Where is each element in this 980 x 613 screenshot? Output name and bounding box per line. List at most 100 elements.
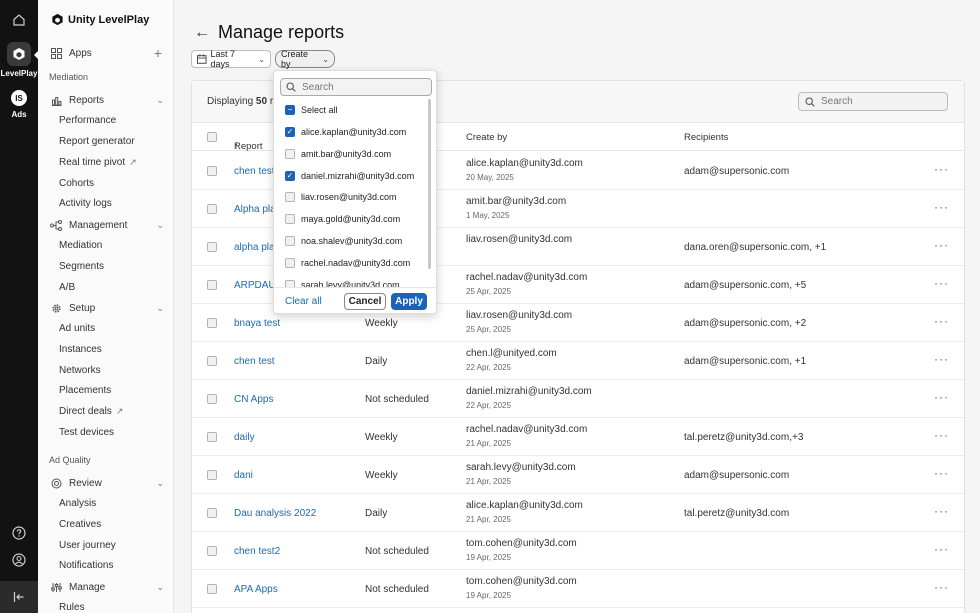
sidebar-item-label: Manage	[69, 581, 106, 593]
date-filter[interactable]: Last 7 days ⌄	[191, 49, 271, 69]
report-name-link[interactable]: Dau analysis 2022	[234, 508, 316, 519]
sidebar-item-mediation[interactable]: Mediation	[38, 239, 173, 252]
row-checkbox[interactable]	[207, 546, 217, 556]
more-actions-icon[interactable]: ···	[934, 466, 949, 480]
apply-button[interactable]: Apply	[391, 293, 427, 310]
more-actions-icon[interactable]: ···	[934, 542, 949, 556]
ads-nav[interactable]: IS Ads	[0, 90, 38, 119]
user-filter-option[interactable]: noa.shalev@unity3d.com	[285, 234, 402, 248]
more-actions-icon[interactable]: ···	[934, 580, 949, 594]
levelplay-nav[interactable]: LevelPlay	[0, 42, 39, 78]
sidebar-item-creatives[interactable]: Creatives	[38, 518, 173, 531]
report-name-link[interactable]: APA Apps	[234, 584, 278, 595]
sidebar-item-placements[interactable]: Placements	[38, 384, 173, 397]
more-actions-icon[interactable]: ···	[934, 504, 949, 518]
help-button[interactable]	[0, 526, 38, 540]
home-button[interactable]	[0, 13, 38, 27]
sidebar-item-segments[interactable]: Segments	[38, 260, 173, 273]
sidebar-item-user-journey[interactable]: User journey	[38, 539, 173, 552]
more-actions-icon[interactable]: ···	[934, 352, 949, 366]
sidebar-item-notifications[interactable]: Notifications	[38, 559, 173, 572]
row-checkbox[interactable]	[207, 394, 217, 404]
sidebar-item-apps[interactable]: Apps +	[38, 45, 173, 61]
report-name-link[interactable]: alpha plat	[234, 242, 277, 253]
sidebar-item-activity-logs[interactable]: Activity logs	[38, 197, 173, 210]
table-row[interactable]: daily Weekly rachel.nadav@unity3d.com 21 Ap…	[192, 418, 964, 456]
row-checkbox[interactable]	[207, 508, 217, 518]
report-name-link[interactable]: chen test	[234, 166, 275, 177]
report-name-link[interactable]: chen test2	[234, 546, 280, 557]
table-row[interactable]: chen test Daily chen.l@unityed.com 22 Apr, …	[192, 342, 964, 380]
sidebar-item-ad-units[interactable]: Ad units	[38, 322, 173, 335]
table-row[interactable]: CN Apps Not scheduled daniel.mizrahi@unity…	[192, 380, 964, 418]
report-name-link[interactable]: chen test	[234, 356, 275, 367]
row-checkbox[interactable]	[207, 166, 217, 176]
user-filter-option[interactable]: liav.rosen@unity3d.com	[285, 190, 397, 204]
row-checkbox[interactable]	[207, 432, 217, 442]
select-all-option[interactable]: − Select all	[285, 103, 338, 117]
sidebar-group-reports[interactable]: Reports ⌄	[38, 93, 173, 107]
cancel-button[interactable]: Cancel	[344, 293, 386, 310]
row-checkbox[interactable]	[207, 356, 217, 366]
sidebar-group-review[interactable]: Review ⌄	[38, 476, 173, 490]
created-by-email: rachel.nadav@unity3d.com	[466, 272, 588, 283]
report-name-link[interactable]: Alpha plat	[234, 204, 278, 215]
table-row[interactable]: Dau analysis 2022 Daily alice.kaplan@unity…	[192, 494, 964, 532]
table-row[interactable]: dani Weekly sarah.levy@unity3d.com 21 Apr, …	[192, 456, 964, 494]
user-filter-option[interactable]: maya.gold@unity3d.com	[285, 212, 400, 226]
user-filter-option[interactable]: ✓ alice.kaplan@unity3d.com	[285, 125, 406, 139]
sidebar-item-ab[interactable]: A/B	[38, 281, 173, 294]
dropdown-search-input[interactable]: Search	[280, 78, 432, 96]
more-actions-icon[interactable]: ···	[934, 314, 949, 328]
table-row[interactable]: chen test2 Not scheduled tom.cohen@unity3d…	[192, 532, 964, 570]
sidebar-item-report-generator[interactable]: Report generator	[38, 135, 173, 148]
clear-all-link[interactable]: Clear all	[285, 296, 322, 307]
select-all-rows-checkbox[interactable]	[207, 132, 217, 142]
table-search-input[interactable]: Search	[798, 92, 948, 111]
column-header-create-by[interactable]: Create by	[466, 132, 507, 143]
user-filter-option[interactable]: amit.bar@unity3d.com	[285, 147, 391, 161]
report-name-link[interactable]: daily	[234, 432, 255, 443]
table-row[interactable]: APA Apps Not scheduled tom.cohen@unity3d.c…	[192, 570, 964, 608]
more-actions-icon[interactable]: ···	[934, 276, 949, 290]
sort-arrow-icon: ↑	[234, 141, 239, 152]
row-checkbox[interactable]	[207, 204, 217, 214]
sidebar-group-setup[interactable]: Setup ⌄	[38, 301, 173, 315]
sidebar-item-instances[interactable]: Instances	[38, 343, 173, 356]
more-actions-icon[interactable]: ···	[934, 390, 949, 404]
user-filter-option[interactable]: sarah.levy@unity3d.com	[285, 278, 400, 287]
sidebar-item-analysis[interactable]: Analysis	[38, 497, 173, 510]
collapse-sidebar-button[interactable]	[0, 581, 38, 613]
sidebar-item-rules[interactable]: Rules	[38, 601, 173, 613]
column-header-recipients[interactable]: Recipients	[684, 132, 728, 143]
row-checkbox[interactable]	[207, 280, 217, 290]
more-actions-icon[interactable]: ···	[934, 200, 949, 214]
more-actions-icon[interactable]: ···	[934, 162, 949, 176]
sidebar-item-direct-deals[interactable]: Direct deals ↗	[38, 405, 173, 418]
account-button[interactable]	[0, 553, 38, 567]
back-arrow-icon[interactable]: ←	[194, 24, 210, 42]
sidebar-item-label: Management	[69, 219, 128, 231]
sidebar-item-performance[interactable]: Performance	[38, 114, 173, 127]
add-app-icon[interactable]: +	[154, 45, 162, 61]
user-filter-option[interactable]: rachel.nadav@unity3d.com	[285, 256, 410, 270]
sidebar-item-networks[interactable]: Networks	[38, 364, 173, 377]
sidebar-group-management[interactable]: Management ⌄	[38, 218, 173, 232]
dropdown-scrollbar[interactable]	[428, 99, 431, 269]
sidebar-group-manage[interactable]: Manage ⌄	[38, 580, 173, 594]
create-by-filter[interactable]: Create by ⌄	[275, 49, 335, 69]
sidebar-item-cohorts[interactable]: Cohorts	[38, 177, 173, 190]
report-name-link[interactable]: CN Apps	[234, 394, 273, 405]
row-checkbox[interactable]	[207, 242, 217, 252]
row-checkbox[interactable]	[207, 318, 217, 328]
report-name-link[interactable]: bnaya test	[234, 318, 280, 329]
user-filter-option[interactable]: ✓ daniel.mizrahi@unity3d.com	[285, 169, 414, 183]
report-name-link[interactable]: dani	[234, 470, 253, 481]
sidebar-item-real-time-pivot[interactable]: Real time pivot ↗	[38, 156, 173, 169]
more-actions-icon[interactable]: ···	[934, 428, 949, 442]
sidebar-item-test-devices[interactable]: Test devices	[38, 426, 173, 439]
report-name-link[interactable]: ARPDAU	[234, 280, 276, 291]
row-checkbox[interactable]	[207, 584, 217, 594]
more-actions-icon[interactable]: ···	[934, 238, 949, 252]
row-checkbox[interactable]	[207, 470, 217, 480]
